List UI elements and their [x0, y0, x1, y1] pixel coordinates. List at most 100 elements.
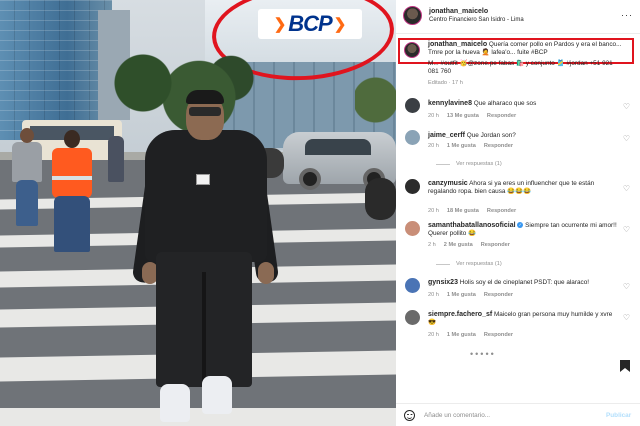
author-username[interactable]: jonathan_maicelo	[429, 8, 488, 15]
post-location[interactable]: Centro Financiero San Isidro - Lima	[429, 17, 524, 23]
photo-pedestrian	[12, 142, 42, 182]
comment-likes[interactable]: 1 Me gusta	[447, 143, 476, 149]
photo-pedestrian	[108, 136, 124, 182]
comment-text: canzymusic Ahora si ya eres un influench…	[428, 180, 618, 197]
comment-meta: 20 h 13 Me gusta Responder	[428, 113, 516, 119]
reply-button[interactable]: Responder	[487, 208, 516, 214]
view-replies-button[interactable]: Ver respuestas (1)	[436, 261, 502, 267]
comment-username[interactable]: canzymusic	[428, 180, 468, 187]
car-wheel	[299, 168, 321, 190]
comment-username[interactable]: kennylavine8	[428, 100, 472, 107]
comment-body: Holis soy el de cineplanet PSDT: que ala…	[459, 279, 590, 286]
caption-edited-time: Editado · 17 h	[428, 80, 463, 86]
view-replies-label: Ver respuestas (1)	[456, 161, 502, 167]
like-heart-icon[interactable]: ♡	[622, 225, 631, 234]
comment-body: Que Jordan son?	[466, 132, 516, 139]
post-header: jonathan_maicelo Centro Financiero San I…	[396, 0, 640, 32]
caption-text: jonathan_maicelo Quería comer pollo en P…	[428, 41, 633, 57]
comment-text: gynsix23 Holis soy el de cineplanet PSDT…	[428, 279, 618, 287]
replies-line	[436, 263, 450, 265]
crosswalk-stripe	[0, 408, 396, 426]
comment-username[interactable]: siempre.fachero_sf	[428, 311, 492, 318]
caption-line-2: Tmre por la hueva 🤦 lafea'o... fuite #BC…	[428, 49, 548, 57]
photo-motorcycle	[365, 178, 396, 220]
sneaker-right	[202, 376, 232, 414]
comment-composer: Publicar	[396, 403, 640, 426]
man-hair	[186, 90, 224, 104]
man-hoodie	[145, 130, 267, 262]
comment-meta: 20 h 18 Me gusta Responder	[428, 208, 516, 214]
reply-button[interactable]: Responder	[484, 143, 513, 149]
replies-line	[436, 163, 450, 165]
comment-meta: 20 h 1 Me gusta Responder	[428, 292, 513, 298]
post-photo: ❯ BCP ❯	[0, 0, 396, 426]
reply-button[interactable]: Responder	[484, 332, 513, 338]
comment-text: kennylavine8 Que alharaco que sos	[428, 100, 618, 108]
more-options-icon[interactable]: ···	[621, 10, 633, 20]
bookmark-icon[interactable]	[620, 360, 630, 372]
comment-text: siempre.fachero_sf Maicelo gran persona …	[428, 311, 618, 328]
hoodie-patch	[196, 174, 210, 185]
photo-worker-head	[64, 130, 80, 148]
comment-meta: 2 h 2 Me gusta Responder	[428, 242, 510, 248]
comment-time: 20 h	[428, 208, 439, 214]
screenshot-frame: ❯ BCP ❯ jonathan_maicelo Centro Financie…	[0, 0, 640, 426]
photo-silver-car	[283, 132, 396, 190]
comment-time: 20 h	[428, 292, 439, 298]
caption-username[interactable]: jonathan_maicelo	[428, 41, 487, 48]
comment-likes[interactable]: 2 Me gusta	[444, 242, 473, 248]
comment-likes[interactable]: 1 Me gusta	[447, 292, 476, 298]
like-heart-icon[interactable]: ♡	[622, 102, 631, 111]
comment-time: 20 h	[428, 113, 439, 119]
reply-button[interactable]: Responder	[484, 292, 513, 298]
loading-dots: •••••	[470, 349, 496, 359]
like-heart-icon[interactable]: ♡	[622, 134, 631, 143]
comment-avatar[interactable]	[405, 130, 420, 145]
sneaker-left	[160, 384, 190, 422]
comment-avatar[interactable]	[405, 278, 420, 293]
comment-avatar[interactable]	[405, 179, 420, 194]
instagram-side-panel: jonathan_maicelo Centro Financiero San I…	[396, 0, 640, 426]
reply-button[interactable]: Responder	[487, 113, 516, 119]
author-avatar[interactable]	[403, 6, 422, 25]
view-replies-button[interactable]: Ver respuestas (1)	[436, 161, 502, 167]
comment-text: samanthabatallanosoficial ✓ Siempre tan …	[428, 222, 618, 239]
photo-worker-legs	[54, 196, 90, 252]
comment-time: 2 h	[428, 242, 436, 248]
photo-pedestrian-legs	[16, 180, 38, 226]
publish-button[interactable]: Publicar	[606, 412, 631, 419]
man-right-hand	[258, 262, 274, 284]
comment-meta: 20 h 1 Me gusta Responder	[428, 332, 513, 338]
comment-avatar[interactable]	[405, 98, 420, 113]
reply-button[interactable]: Responder	[481, 242, 510, 248]
comment-likes[interactable]: 13 Me gusta	[447, 113, 479, 119]
comment-avatar[interactable]	[405, 310, 420, 325]
photo-pedestrian-head	[20, 128, 34, 143]
comment-input[interactable]	[424, 408, 584, 422]
comment-username[interactable]: jaime_cerff	[428, 132, 465, 139]
sunglasses	[189, 107, 221, 116]
like-heart-icon[interactable]: ♡	[622, 313, 631, 322]
comment-username[interactable]: samanthabatallanosoficial	[428, 222, 516, 229]
like-heart-icon[interactable]: ♡	[622, 184, 631, 193]
like-heart-icon[interactable]: ♡	[622, 282, 631, 291]
comment-avatar[interactable]	[405, 221, 420, 236]
header-divider	[396, 33, 640, 34]
comment-username[interactable]: gynsix23	[428, 279, 458, 286]
caption-cont-1: M... #outfit 🥳@zone.pe fabas 🛍️ y conjun…	[428, 60, 613, 67]
comment-likes[interactable]: 1 Me gusta	[447, 332, 476, 338]
emoji-icon[interactable]	[404, 410, 415, 421]
comment-likes[interactable]: 18 Me gusta	[447, 208, 479, 214]
view-replies-label: Ver respuestas (1)	[456, 261, 502, 267]
photo-tree-right	[355, 70, 396, 130]
caption-line-1: Quería comer pollo en Pardos y era el ba…	[488, 41, 622, 48]
caption-cont-2: 081 760	[428, 68, 452, 76]
comment-text: jaime_cerff Que Jordan son?	[428, 132, 618, 140]
comment-time: 20 h	[428, 143, 439, 149]
comment-body: Que alharaco que sos	[473, 100, 537, 107]
photo-worker-vest	[52, 148, 92, 198]
man-pants	[156, 252, 252, 387]
comment-meta: 20 h 1 Me gusta Responder	[428, 143, 513, 149]
caption-continued: M... #outfit 🥳@zone.pe fabas 🛍️ y conjun…	[428, 60, 633, 77]
verified-badge-icon: ✓	[517, 222, 524, 229]
